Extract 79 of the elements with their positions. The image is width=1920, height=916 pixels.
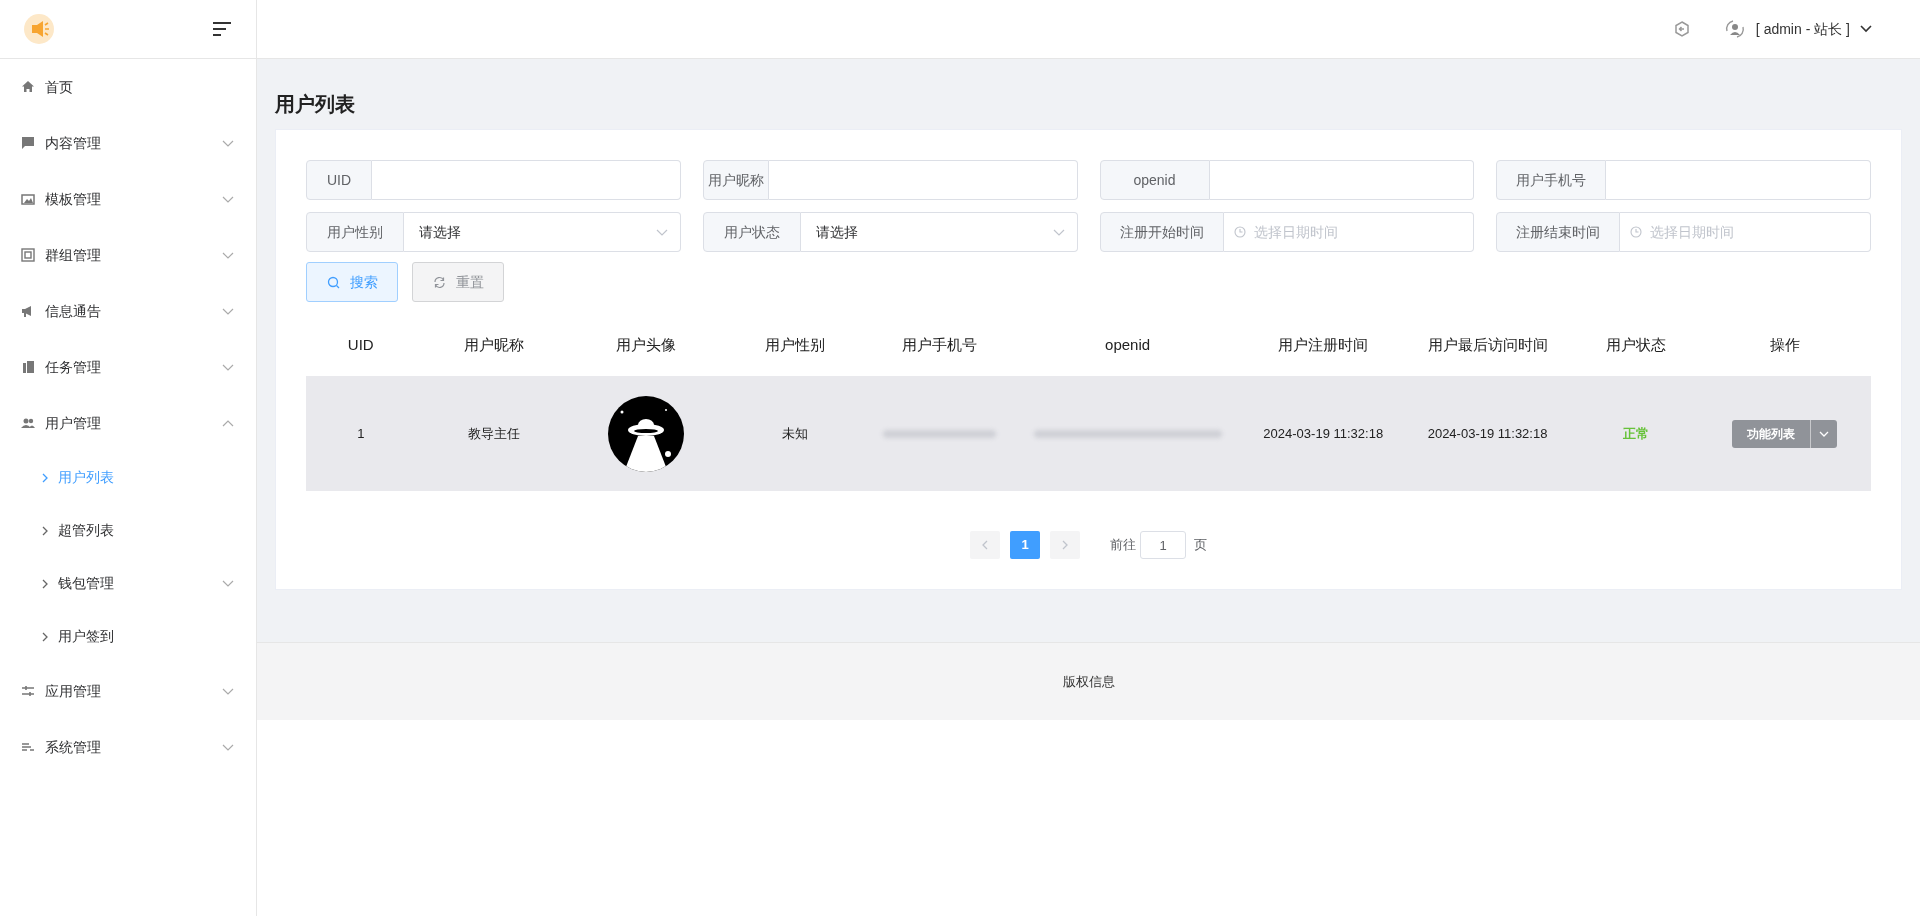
list-icon: [21, 740, 35, 754]
chevron-down-icon: [1819, 430, 1830, 437]
input-field[interactable]: [372, 160, 681, 200]
table-cell: 2024-03-19 11:32:18: [1245, 376, 1402, 491]
column-header: 用户注册时间: [1245, 314, 1402, 376]
image-icon: [21, 192, 35, 206]
sidebar-item[interactable]: 应用管理: [0, 663, 256, 719]
chevron-right-icon: [42, 578, 48, 589]
chevron-down-icon[interactable]: [1860, 25, 1872, 33]
field-label: 用户手机号: [1496, 160, 1607, 200]
sidebar-item[interactable]: 模板管理: [0, 171, 256, 227]
field-label: 注册结束时间: [1496, 212, 1621, 252]
date-time-field[interactable]: 选择日期时间: [1223, 212, 1475, 252]
column-header: 用户状态: [1573, 314, 1699, 376]
field-label: 用户性别: [306, 212, 404, 252]
sidebar-item[interactable]: 用户管理: [0, 395, 256, 451]
chevron-right-icon: [42, 525, 48, 536]
home-icon: [21, 80, 35, 94]
column-header: UID: [306, 314, 416, 376]
chevron-right-icon: [42, 472, 48, 483]
table-cell: 2024-03-19 11:32:18: [1401, 376, 1574, 491]
copyright-text: 版权信息: [1062, 672, 1115, 691]
input-field[interactable]: [1606, 160, 1871, 200]
input-field[interactable]: [768, 160, 1078, 200]
page-title: 用户列表: [275, 92, 356, 117]
field-label: UID: [306, 160, 372, 200]
field-label: openid: [1099, 160, 1210, 200]
select-field[interactable]: 请选择: [404, 212, 681, 252]
sidebar-item[interactable]: 信息通告: [0, 283, 256, 339]
chevron-down-icon: [1052, 228, 1065, 236]
refresh-icon: [432, 275, 446, 289]
page-input[interactable]: 1: [1140, 531, 1186, 559]
column-header: 操作: [1698, 314, 1871, 376]
chevron-right-icon: [1061, 540, 1069, 550]
clock-icon: [1233, 226, 1246, 238]
book-icon: [21, 360, 35, 374]
table-cell: 未知: [720, 376, 870, 491]
submenu-item[interactable]: 超管列表: [0, 504, 256, 557]
input-field[interactable]: [1209, 160, 1475, 200]
chevron-up-icon[interactable]: [222, 419, 234, 427]
sidebar-item[interactable]: 群组管理: [0, 227, 256, 283]
frame-icon: [21, 248, 35, 262]
page-unit: 页: [1194, 536, 1207, 555]
table-cell: 教导主任: [415, 376, 573, 491]
select-field[interactable]: 请选择: [800, 212, 1078, 252]
field-label: 用户昵称: [702, 160, 769, 200]
users-icon: [21, 416, 35, 430]
date-time-field[interactable]: 选择日期时间: [1620, 212, 1871, 252]
submenu-item[interactable]: 钱包管理: [0, 557, 256, 610]
megaphone-logo: [24, 14, 54, 44]
status-text: 正常: [1573, 376, 1699, 491]
sidebar-item[interactable]: 首页: [0, 59, 256, 115]
user-name[interactable]: [ admin - 站长 ]: [1755, 18, 1850, 40]
sliders-icon: [21, 684, 35, 698]
table-cell: 1: [306, 376, 416, 491]
logout-icon[interactable]: [1673, 21, 1690, 37]
chevron-right-icon: [42, 631, 48, 642]
field-label: 注册开始时间: [1099, 212, 1224, 252]
column-header: 用户最后访问时间: [1401, 314, 1574, 376]
chat-icon: [21, 136, 35, 150]
next-page-button[interactable]: [1050, 531, 1080, 559]
column-header: 用户头像: [572, 314, 721, 376]
clock-icon: [1630, 226, 1643, 238]
search-icon: [326, 275, 340, 289]
column-header: 用户性别: [720, 314, 870, 376]
chevron-down-icon: [655, 228, 668, 236]
chevron-left-icon: [981, 540, 989, 550]
field-label: 用户状态: [702, 212, 801, 252]
column-header: 用户手机号: [869, 314, 1011, 376]
user-switch-icon[interactable]: [1723, 18, 1746, 40]
column-header: 用户昵称: [415, 314, 573, 376]
menu-icon[interactable]: [212, 21, 232, 37]
sidebar-item[interactable]: 任务管理: [0, 339, 256, 395]
previous-page-button[interactable]: [970, 531, 1000, 559]
goto-label: 前往: [1110, 536, 1136, 555]
sidebar-item[interactable]: 系统管理: [0, 719, 256, 775]
column-header: openid: [1010, 314, 1245, 376]
submenu-item[interactable]: 用户签到: [0, 610, 256, 663]
sidebar-item[interactable]: 内容管理: [0, 115, 256, 171]
